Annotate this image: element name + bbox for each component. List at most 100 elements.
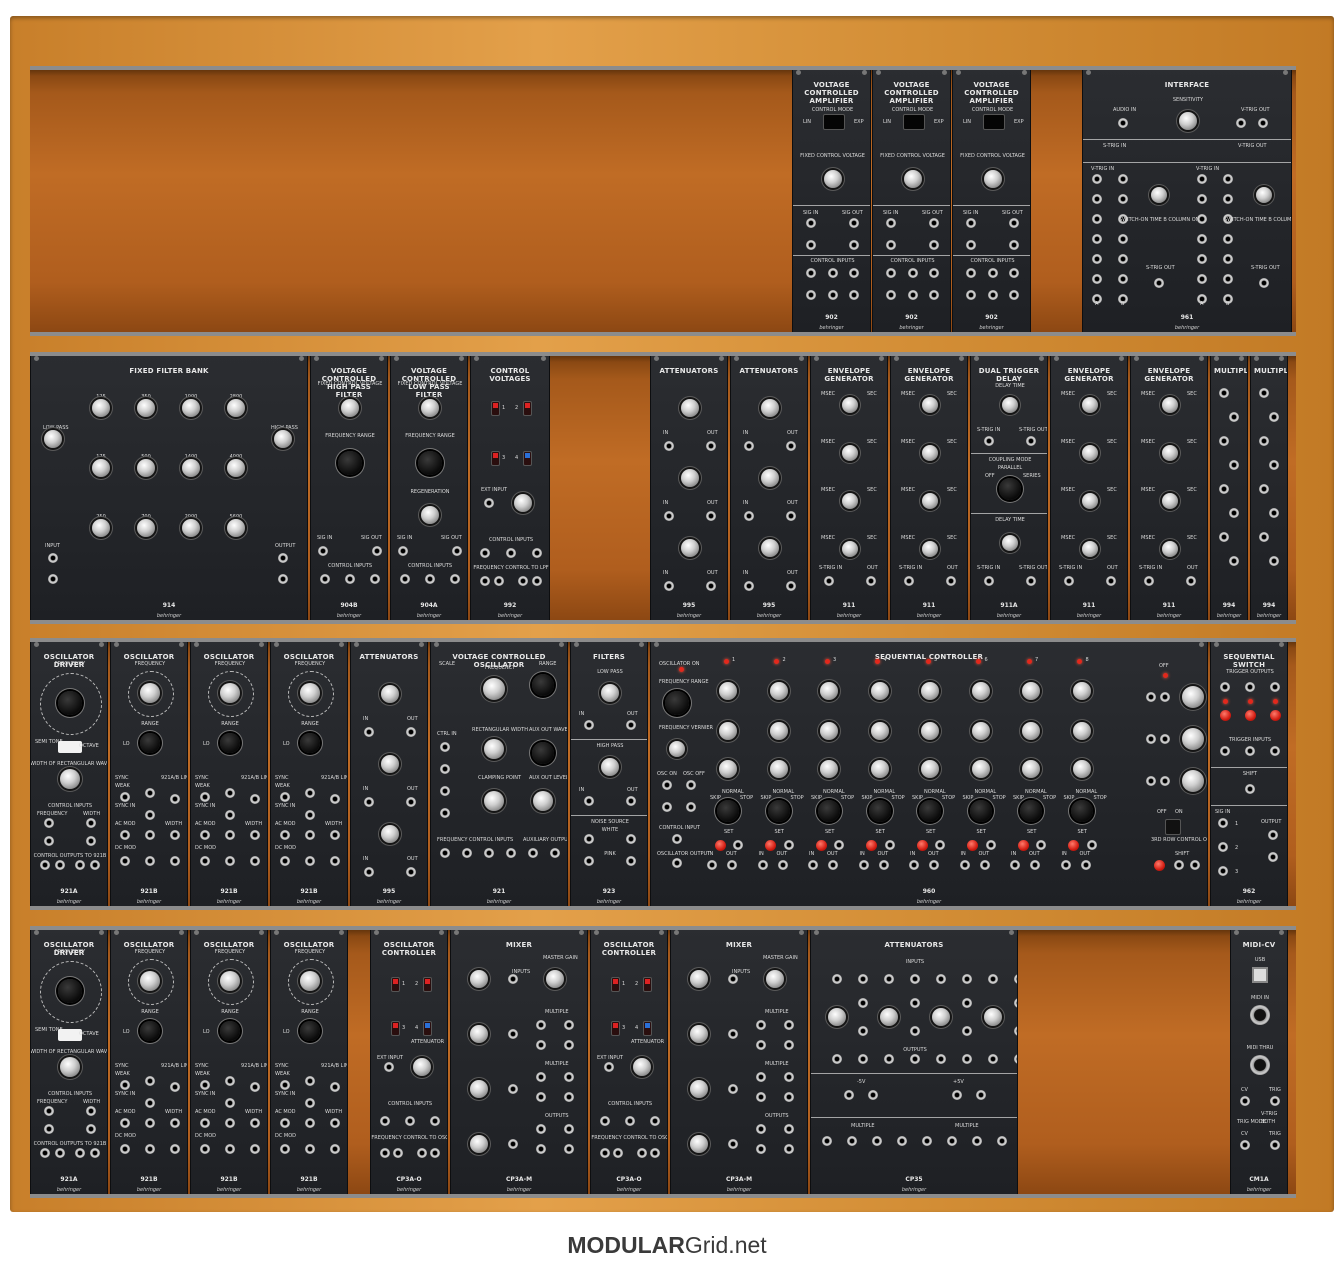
patch-jack[interactable] (440, 808, 450, 818)
patch-jack[interactable] (626, 834, 636, 844)
patch-jack[interactable] (250, 794, 260, 804)
patch-jack[interactable] (922, 1136, 932, 1146)
patch-jack[interactable] (886, 240, 896, 250)
knob[interactable] (971, 760, 990, 778)
module-midi[interactable]: MIDI-CV CM1A behringer USB MIDI IN MIDI THRU C… (1230, 926, 1288, 1198)
patch-jack[interactable] (784, 1092, 794, 1102)
knob[interactable] (601, 758, 619, 776)
patch-jack[interactable] (1064, 576, 1074, 586)
patch-jack[interactable] (1160, 734, 1170, 744)
patch-jack[interactable] (278, 553, 288, 563)
range-knob[interactable] (140, 733, 160, 753)
knob[interactable] (483, 678, 505, 700)
patch-jack[interactable] (1268, 852, 1278, 862)
patch-jack[interactable] (75, 860, 85, 870)
patch-jack[interactable] (44, 1124, 54, 1134)
knob[interactable] (300, 683, 320, 703)
patch-jack[interactable] (706, 511, 716, 521)
patch-jack[interactable] (40, 1148, 50, 1158)
patch-jack[interactable] (1010, 860, 1020, 870)
patch-jack[interactable] (962, 998, 972, 1008)
patch-jack[interactable] (120, 1144, 130, 1154)
module-vca[interactable]: VOLTAGE CONTROLLED AMPLIFIER 902 behringer… (872, 66, 951, 336)
knob[interactable] (60, 769, 80, 789)
patch-jack[interactable] (518, 576, 528, 586)
patch-jack[interactable] (170, 856, 180, 866)
patch-jack[interactable] (430, 1148, 440, 1158)
patch-jack[interactable] (1269, 412, 1279, 422)
patch-jack[interactable] (75, 1148, 85, 1158)
patch-jack[interactable] (120, 1080, 130, 1090)
patch-jack[interactable] (1229, 460, 1239, 470)
knob[interactable] (633, 1058, 651, 1076)
patch-jack[interactable] (1218, 818, 1228, 828)
range-knob[interactable] (220, 1021, 240, 1041)
patch-jack[interactable] (1118, 194, 1128, 204)
patch-jack[interactable] (1236, 118, 1246, 128)
patch-jack[interactable] (225, 830, 235, 840)
patch-jack[interactable] (1014, 1026, 1017, 1036)
range-knob[interactable] (999, 478, 1021, 500)
patch-jack[interactable] (1219, 436, 1229, 446)
usb-port[interactable] (1252, 967, 1268, 983)
toggle-switch[interactable] (423, 977, 432, 992)
patch-jack[interactable] (440, 764, 450, 774)
toggle-switch[interactable] (391, 977, 400, 992)
patch-jack[interactable] (625, 1116, 635, 1126)
range-knob[interactable] (969, 800, 992, 822)
patch-jack[interactable] (200, 1144, 210, 1154)
patch-jack[interactable] (1245, 784, 1255, 794)
patch-jack[interactable] (305, 1098, 315, 1108)
patch-jack[interactable] (1160, 776, 1170, 786)
patch-jack[interactable] (86, 1124, 96, 1134)
patch-jack[interactable] (170, 1082, 180, 1092)
module-vca[interactable]: VOLTAGE CONTROLLED AMPLIFIER 902 behringer… (792, 66, 871, 336)
module-oc[interactable]: OSCILLATOR CONTROLLER CP3A-O behringer 1 2 3 4… (590, 926, 668, 1198)
patch-jack[interactable] (1118, 254, 1128, 264)
patch-jack[interactable] (406, 867, 416, 877)
patch-jack[interactable] (910, 998, 920, 1008)
patch-jack[interactable] (564, 1040, 574, 1050)
knob[interactable] (44, 430, 62, 448)
knob[interactable] (681, 399, 699, 417)
patch-jack[interactable] (733, 840, 743, 850)
patch-jack[interactable] (1086, 840, 1097, 850)
patch-jack[interactable] (827, 290, 838, 300)
patch-jack[interactable] (484, 848, 494, 858)
push-button[interactable] (714, 839, 726, 851)
toggle-switch[interactable] (643, 1021, 652, 1036)
patch-jack[interactable] (686, 780, 696, 790)
patch-jack[interactable] (962, 1054, 972, 1064)
patch-jack[interactable] (120, 830, 130, 840)
patch-jack[interactable] (425, 574, 435, 584)
patch-jack[interactable] (1240, 1140, 1250, 1150)
patch-jack[interactable] (330, 856, 340, 866)
knob[interactable] (690, 1135, 708, 1153)
patch-jack[interactable] (1030, 860, 1040, 870)
patch-jack[interactable] (966, 218, 976, 228)
patch-jack[interactable] (929, 860, 939, 870)
knob[interactable] (870, 760, 889, 778)
module-seq[interactable]: SEQUENTIAL CONTROLLER 960 behringer OSCILLA… (650, 638, 1208, 910)
push-button[interactable] (1153, 859, 1165, 871)
patch-jack[interactable] (508, 1029, 518, 1039)
knob[interactable] (60, 1057, 80, 1077)
patch-jack[interactable] (600, 1148, 610, 1158)
patch-jack[interactable] (1269, 508, 1279, 518)
patch-jack[interactable] (966, 290, 976, 300)
knob[interactable] (182, 519, 200, 537)
module-osc[interactable]: OSCILLATOR 921B behringer FREQUENCY RANGE LO S… (110, 926, 188, 1198)
patch-jack[interactable] (506, 848, 516, 858)
patch-jack[interactable] (1092, 194, 1102, 204)
patch-jack[interactable] (886, 218, 896, 228)
patch-jack[interactable] (686, 802, 696, 812)
patch-jack[interactable] (145, 830, 155, 840)
patch-jack[interactable] (1259, 278, 1269, 288)
patch-jack[interactable] (886, 268, 896, 278)
patch-jack[interactable] (1026, 436, 1036, 446)
patch-jack[interactable] (550, 848, 560, 858)
patch-jack[interactable] (536, 1092, 546, 1102)
patch-jack[interactable] (935, 840, 945, 850)
knob[interactable] (1022, 682, 1040, 700)
module-env[interactable]: ENVELOPE GENERATOR 911 behringer MSEC SEC MSE… (1130, 352, 1208, 624)
